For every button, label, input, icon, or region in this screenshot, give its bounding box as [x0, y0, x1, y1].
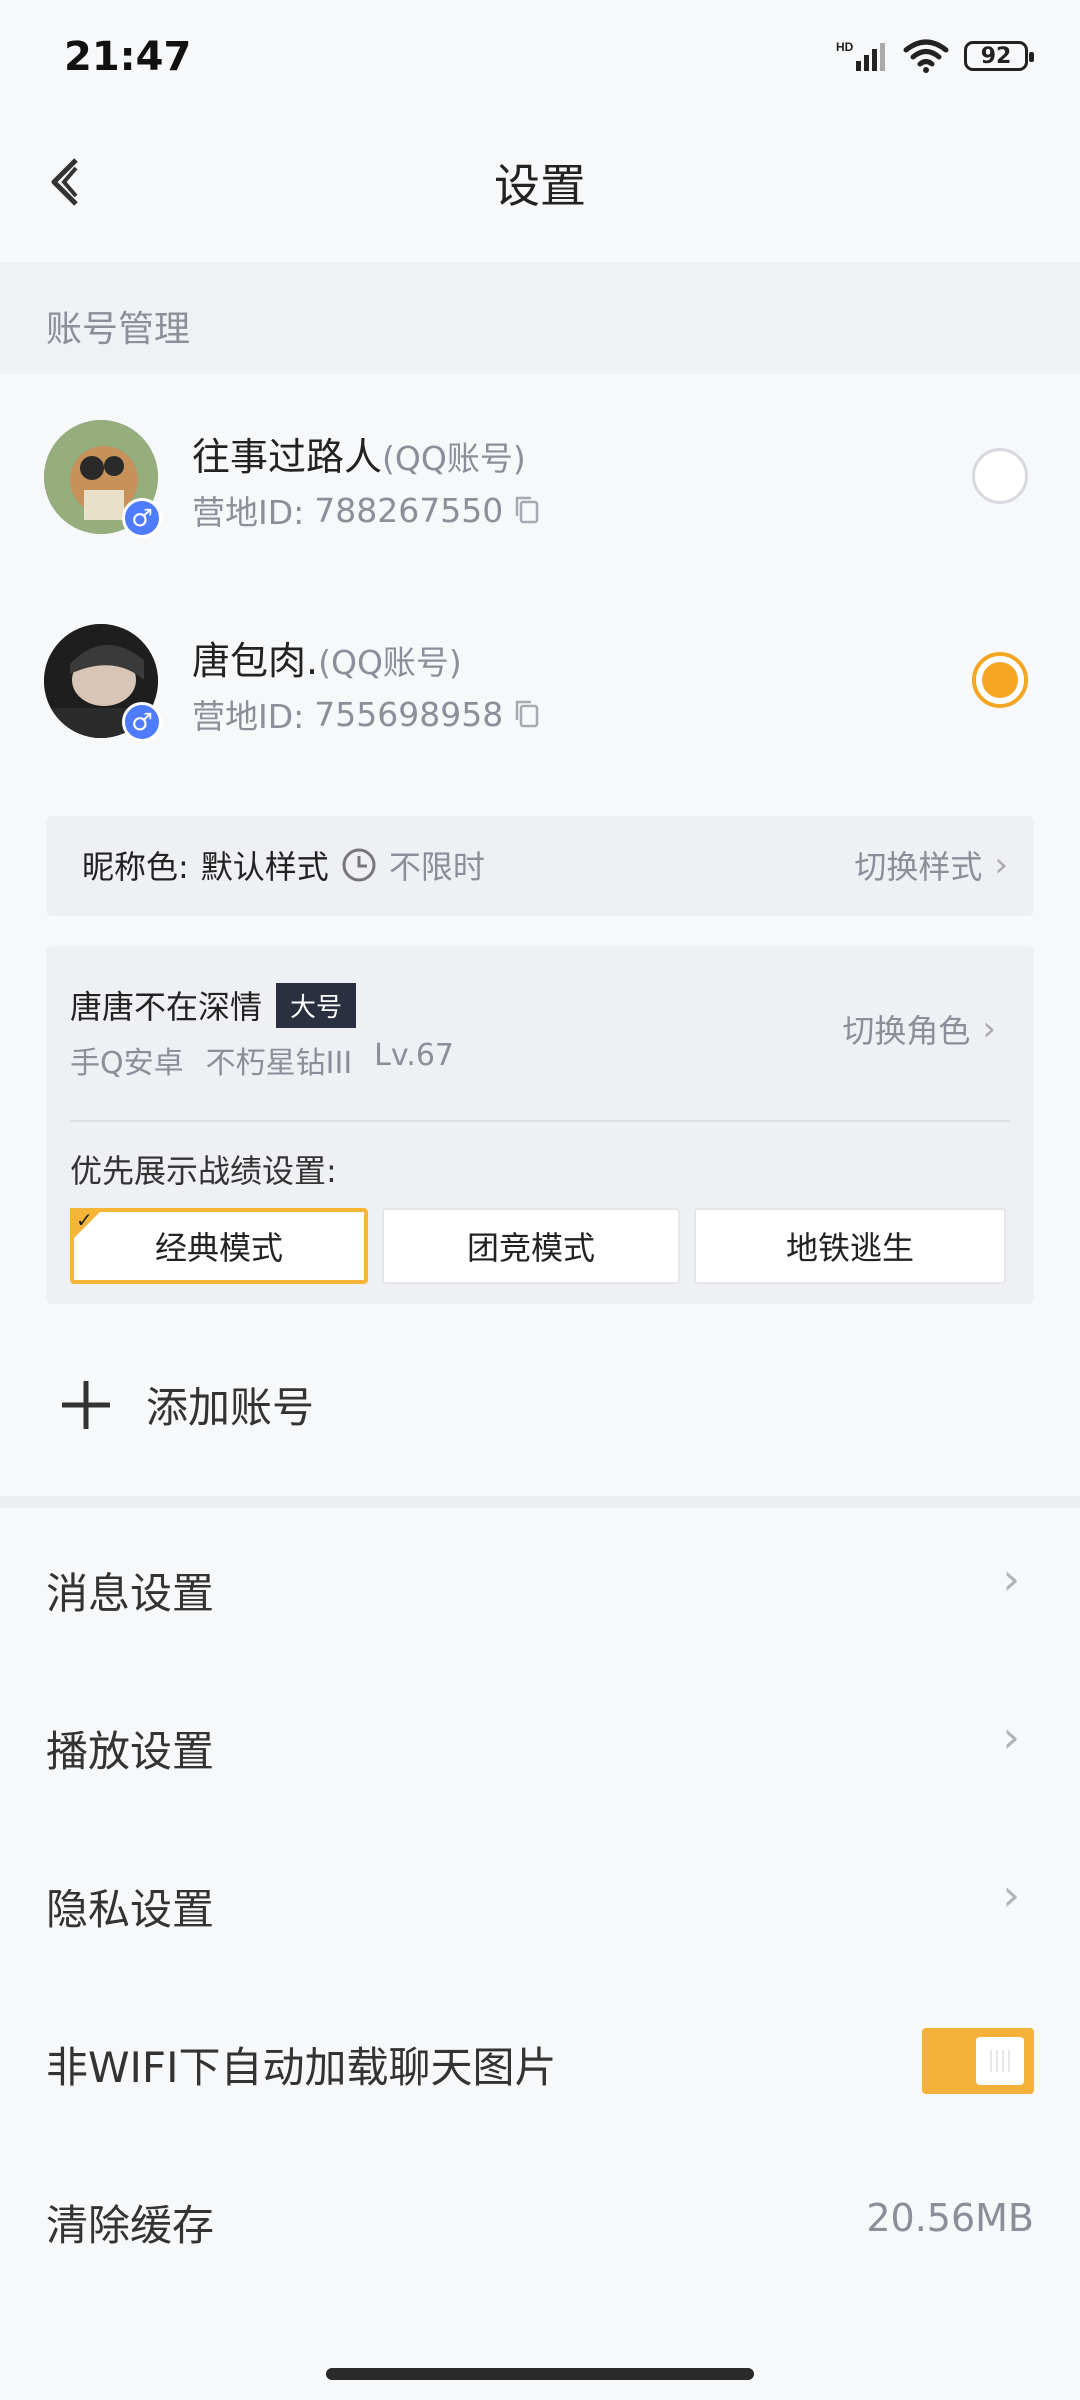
chevron-right-icon: ›	[982, 1009, 996, 1049]
account-item-1[interactable]: ♂ 往事过路人(QQ账号) 营地ID: 788267550	[0, 400, 1080, 550]
id-label: 营地ID:	[192, 493, 305, 532]
role-rank: 不朽星钻III	[205, 1046, 353, 1081]
priority-label: 优先展示战绩设置:	[70, 1152, 337, 1190]
id-label: 营地ID:	[192, 697, 305, 736]
account-name-text: 唐包肉.	[192, 639, 319, 683]
main-account-badge: 大号	[276, 982, 357, 1028]
plus-icon	[62, 1380, 110, 1429]
role-level: Lv.67	[374, 1038, 455, 1073]
check-icon: ✓	[76, 1208, 93, 1232]
male-gender-icon: ♂	[122, 702, 162, 742]
message-settings-row[interactable]: 消息设置 ›	[0, 1510, 1080, 1668]
section-divider	[0, 1496, 1080, 1508]
chevron-right-icon: ›	[1002, 1554, 1020, 1605]
mode-classic-button[interactable]: ✓ 经典模式	[70, 1208, 368, 1284]
account-type: (QQ账号)	[318, 643, 462, 682]
row-label: 隐私设置	[46, 1885, 215, 1934]
copy-icon[interactable]	[513, 494, 541, 526]
toggle-knob	[976, 2037, 1024, 2085]
chevron-right-icon: ›	[1002, 1870, 1020, 1921]
status-icons: HD 92	[836, 38, 1034, 74]
home-indicator[interactable]	[326, 2368, 754, 2380]
wifi-icon	[903, 39, 949, 73]
chevron-right-icon: ›	[994, 845, 1008, 885]
svg-text:HD: HD	[836, 40, 854, 54]
account-id-row: 营地ID: 788267550	[192, 486, 541, 534]
account-type: (QQ账号)	[382, 439, 526, 478]
section-header: 账号管理	[0, 262, 1080, 374]
clear-cache-row[interactable]: 清除缓存 20.56MB	[0, 2142, 1080, 2300]
account-item-2[interactable]: ♂ 唐包肉.(QQ账号) 营地ID: 755698958	[0, 604, 1080, 754]
add-account-label: 添加账号	[146, 1383, 315, 1432]
switch-style-button[interactable]: 切换样式 ›	[854, 842, 1008, 888]
row-label: 非WIFI下自动加载聊天图片	[46, 2043, 557, 2092]
nickname-label: 昵称色:	[82, 848, 189, 886]
role-name-row: 唐唐不在深情 大号	[70, 982, 357, 1028]
nickname-duration: 不限时	[388, 848, 485, 886]
row-label: 播放设置	[46, 1727, 215, 1776]
male-gender-icon: ♂	[122, 498, 162, 538]
nickname-color-row: 昵称色: 默认样式 不限时	[82, 842, 485, 888]
privacy-settings-row[interactable]: 隐私设置 ›	[0, 1826, 1080, 1984]
switch-style-label: 切换样式	[854, 848, 983, 886]
role-name: 唐唐不在深情	[70, 988, 263, 1026]
nickname-value: 默认样式	[200, 848, 329, 886]
page-title: 设置	[494, 159, 586, 213]
mode-label: 团竞模式	[466, 1229, 595, 1267]
copy-icon[interactable]	[513, 698, 541, 730]
role-info-row: 手Q安卓 不朽星钻III Lv.67	[70, 1038, 454, 1082]
auto-load-toggle[interactable]	[922, 2028, 1034, 2094]
status-time: 21:47	[64, 34, 192, 80]
battery-icon: 92	[964, 41, 1034, 71]
chevron-right-icon: ›	[1002, 1712, 1020, 1763]
section-title: 账号管理	[46, 309, 191, 350]
role-platform: 手Q安卓	[70, 1046, 184, 1081]
cellular-signal-icon: HD	[836, 40, 885, 71]
clock-icon	[342, 848, 376, 882]
mode-metro-button[interactable]: 地铁逃生	[694, 1208, 1006, 1284]
playback-settings-row[interactable]: 播放设置 ›	[0, 1668, 1080, 1826]
switch-role-label: 切换角色	[842, 1012, 971, 1050]
mode-team-button[interactable]: 团竞模式	[382, 1208, 680, 1284]
account-name-text: 往事过路人	[192, 435, 383, 479]
nickname-color-card[interactable]: 昵称色: 默认样式 不限时 切换样式 ›	[46, 816, 1034, 916]
mode-label: 地铁逃生	[785, 1229, 914, 1267]
account-id: 755698958	[314, 694, 504, 734]
account-id-row: 营地ID: 755698958	[192, 690, 541, 738]
auto-load-images-row: 非WIFI下自动加载聊天图片	[0, 1984, 1080, 2142]
switch-role-button[interactable]: 切换角色 ›	[842, 1006, 996, 1052]
account-name: 往事过路人(QQ账号)	[192, 426, 526, 481]
mode-selector: ✓ 经典模式 团竞模式 地铁逃生	[70, 1208, 1006, 1284]
mode-label: 经典模式	[154, 1229, 283, 1267]
row-label: 清除缓存	[46, 2201, 215, 2250]
battery-level: 92	[980, 43, 1012, 69]
account-id: 788267550	[314, 490, 504, 530]
cache-size: 20.56MB	[866, 2196, 1034, 2240]
add-account-button[interactable]: 添加账号	[60, 1374, 314, 1435]
account-radio-selected[interactable]	[972, 652, 1028, 708]
row-label: 消息设置	[46, 1569, 215, 1618]
divider	[70, 1120, 1010, 1122]
account-radio[interactable]	[972, 448, 1028, 504]
account-name: 唐包肉.(QQ账号)	[192, 630, 462, 685]
